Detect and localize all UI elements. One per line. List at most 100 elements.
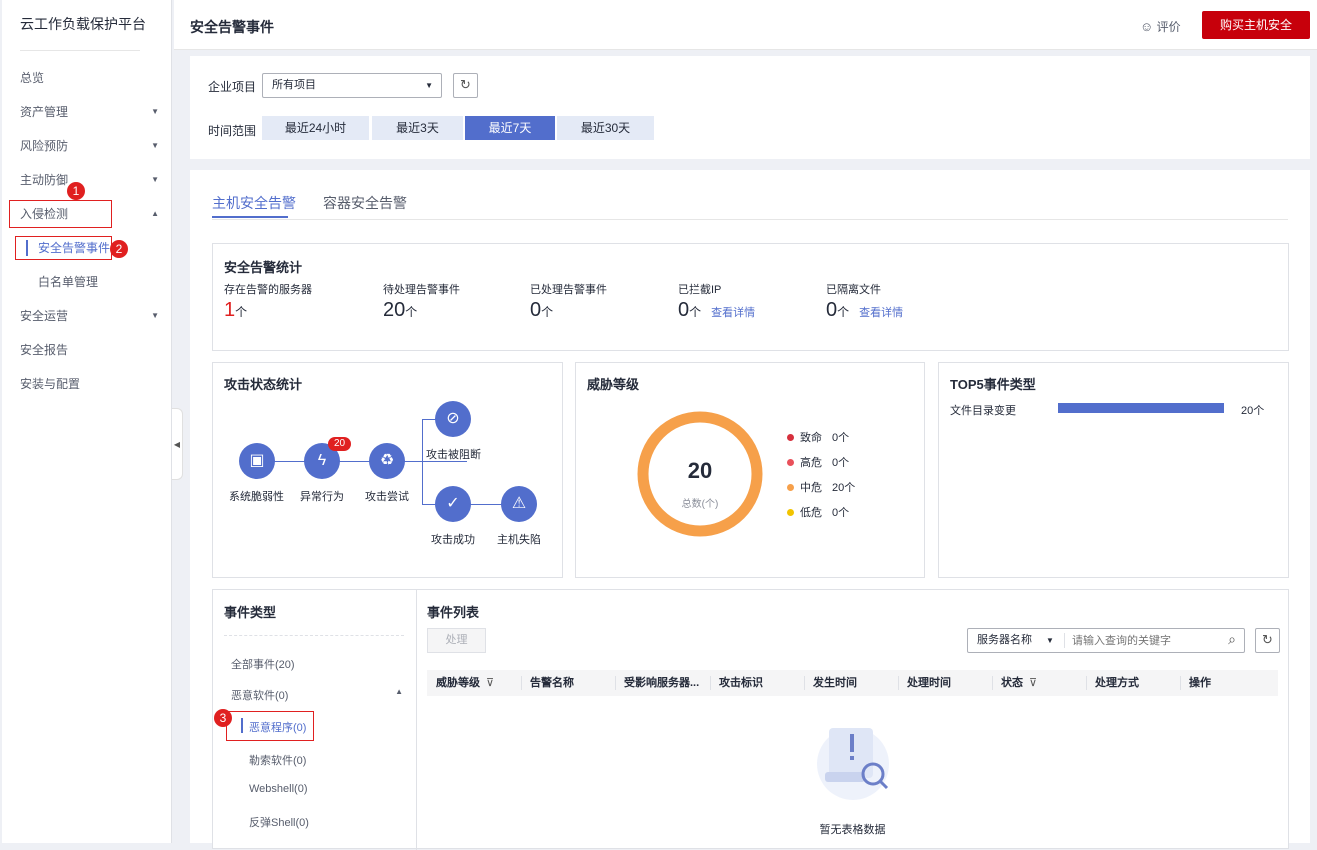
sidebar-item-label: 安全报告 (20, 343, 69, 357)
legend-label: 低危 (800, 507, 822, 519)
legend-count: 20个 (832, 482, 856, 494)
project-select-value: 所有项目 (272, 79, 316, 91)
time-option-24h[interactable]: 最近24小时 (262, 116, 369, 140)
buy-host-security-button[interactable]: 购买主机安全 (1202, 11, 1310, 39)
column-separator (710, 676, 711, 690)
node-label-attempt: 攻击尝试 (365, 491, 409, 503)
tab-container-alerts[interactable]: 容器安全告警 (323, 193, 407, 213)
filter-icon[interactable]: ⊽ (486, 670, 494, 696)
column-header-affected-server: 受影响服务器... (624, 677, 700, 689)
callout-box-1 (9, 200, 112, 228)
stat-value: 0 (530, 299, 542, 321)
time-option-7d[interactable]: 最近7天 (465, 116, 555, 140)
tree-item-webshell[interactable]: Webshell(0) (249, 783, 308, 795)
stat-label: 已拦截IP (678, 284, 722, 296)
stat-value: 0 (678, 299, 690, 321)
node-label-success: 攻击成功 (431, 534, 475, 546)
top5-bar (1058, 403, 1224, 413)
stat-unit: 个 (541, 305, 554, 319)
search-divider (1064, 633, 1065, 648)
legend-label: 致命 (800, 432, 822, 444)
chevron-down-icon: ▼ (1046, 636, 1054, 645)
sidebar-collapse-toggle[interactable]: ◀ (172, 408, 183, 480)
tree-item-malware[interactable]: 恶意软件(0) ▲ (231, 687, 403, 703)
column-label: 威胁等级 (436, 677, 480, 689)
column-separator (1180, 676, 1181, 690)
header-bar: 安全告警事件 ☺ 评价 购买主机安全 (174, 0, 1317, 50)
tab-host-alerts[interactable]: 主机安全告警 (212, 193, 296, 213)
sidebar-item-label: 主动防御 (20, 173, 69, 187)
isolated-files-details-link[interactable]: 查看详情 (859, 307, 903, 319)
callout-badge-2: 2 (110, 240, 128, 258)
event-list-title: 事件列表 (427, 605, 480, 620)
monitor-icon: ▣ (239, 443, 275, 479)
chevron-down-icon: ▼ (151, 311, 159, 320)
chevron-down-icon: ▼ (151, 107, 159, 116)
search-icon[interactable]: ⌕ (1228, 631, 1236, 648)
filter-icon[interactable]: ⊽ (1029, 670, 1037, 696)
column-header-operation: 操作 (1189, 677, 1211, 689)
attack-status-panel: 攻击状态统计 ▣ 系统脆弱性 ϟ 20 异常行为 ♻ 攻击尝试 ⊘ 攻击被阻断 … (212, 362, 563, 578)
stat-unit: 个 (837, 305, 850, 319)
sidebar-item-security-ops[interactable]: 安全运营 ▼ (20, 306, 165, 326)
stat-label: 存在告警的服务器 (224, 284, 312, 296)
platform-title: 云工作负载保护平台 (20, 16, 146, 32)
stat-unit: 个 (235, 305, 248, 319)
legend-dot (787, 484, 794, 491)
top5-item-value: 20个 (1241, 405, 1265, 417)
tree-item-all-events[interactable]: 全部事件(20) (231, 656, 295, 672)
flow-line (422, 419, 423, 505)
search-input[interactable] (1072, 631, 1212, 650)
callout-badge-1: 1 (67, 182, 85, 200)
stat-label: 已处理告警事件 (530, 284, 607, 296)
column-label: 状态 (1001, 677, 1023, 689)
stat-label: 已隔离文件 (826, 284, 881, 296)
sidebar: 云工作负载保护平台 总览 资产管理 ▼ 风险预防 ▼ 主动防御 ▼ 入侵检测 ▲ 1 安… (2, 0, 172, 843)
column-header-handle-method: 处理方式 (1095, 677, 1139, 689)
refresh-button[interactable]: ↻ (453, 73, 478, 98)
legend-label: 中危 (800, 482, 822, 494)
legend-medium: 中危 20个 (787, 479, 855, 495)
section-divider (416, 590, 417, 850)
tabs-divider (212, 219, 1288, 220)
column-header-handle-time: 处理时间 (907, 677, 951, 689)
threat-level-panel: 威胁等级 20 总数(个) 致命 0个 高危 0个 中危 20个 低危 0个 (575, 362, 925, 578)
time-option-3d[interactable]: 最近3天 (372, 116, 463, 140)
column-header-status[interactable]: 状态 ⊽ (1001, 670, 1081, 696)
sidebar-item-security-report[interactable]: 安全报告 (20, 340, 165, 360)
sidebar-item-assets[interactable]: 资产管理 ▼ (20, 102, 165, 122)
time-option-30d[interactable]: 最近30天 (557, 116, 654, 140)
stat-blocked-ip: 已拦截IP 0个 查看详情 (678, 281, 755, 322)
sidebar-item-risk-prevention[interactable]: 风险预防 ▼ (20, 136, 165, 156)
sidebar-item-overview[interactable]: 总览 (20, 68, 165, 88)
legend-dot (787, 459, 794, 466)
sidebar-item-label: 安全运营 (20, 309, 69, 323)
rate-link[interactable]: ☺ 评价 (1140, 18, 1181, 35)
column-separator (992, 676, 993, 690)
process-button[interactable]: 处理 (427, 628, 486, 653)
tree-item-reverse-shell[interactable]: 反弹Shell(0) (249, 814, 309, 830)
tree-item-label: 恶意软件(0) (231, 690, 289, 702)
node-label-compromised: 主机失陷 (497, 534, 541, 546)
column-header-threat-level[interactable]: 威胁等级 ⊽ (436, 670, 516, 696)
sidebar-item-whitelist[interactable]: 白名单管理 (38, 272, 98, 292)
chevron-up-icon: ▲ (395, 687, 403, 696)
tree-item-ransomware[interactable]: 勒索软件(0) (249, 752, 306, 768)
column-separator (804, 676, 805, 690)
event-section: 事件类型 全部事件(20) 恶意软件(0) ▲ 恶意程序(0) 3 勒索软件(0)… (212, 589, 1289, 850)
blocked-ip-details-link[interactable]: 查看详情 (711, 307, 755, 319)
sidebar-item-label: 总览 (20, 71, 45, 85)
list-refresh-button[interactable]: ↻ (1255, 628, 1280, 653)
top5-title: TOP5事件类型 (950, 377, 1036, 392)
sidebar-item-active-defense[interactable]: 主动防御 ▼ (20, 170, 165, 190)
project-select[interactable]: 所有项目 ▼ (262, 73, 442, 98)
sidebar-divider (20, 50, 140, 51)
refresh-icon: ↻ (1262, 632, 1273, 647)
search-field-value: 服务器名称 (977, 634, 1032, 646)
chevron-up-icon: ▲ (151, 209, 159, 218)
column-separator (521, 676, 522, 690)
column-separator (615, 676, 616, 690)
sidebar-item-install-config[interactable]: 安装与配置 (20, 374, 165, 394)
node-label-blocked: 攻击被阻断 (426, 449, 481, 461)
search-field-select[interactable]: 服务器名称 ▼ (977, 629, 1054, 652)
